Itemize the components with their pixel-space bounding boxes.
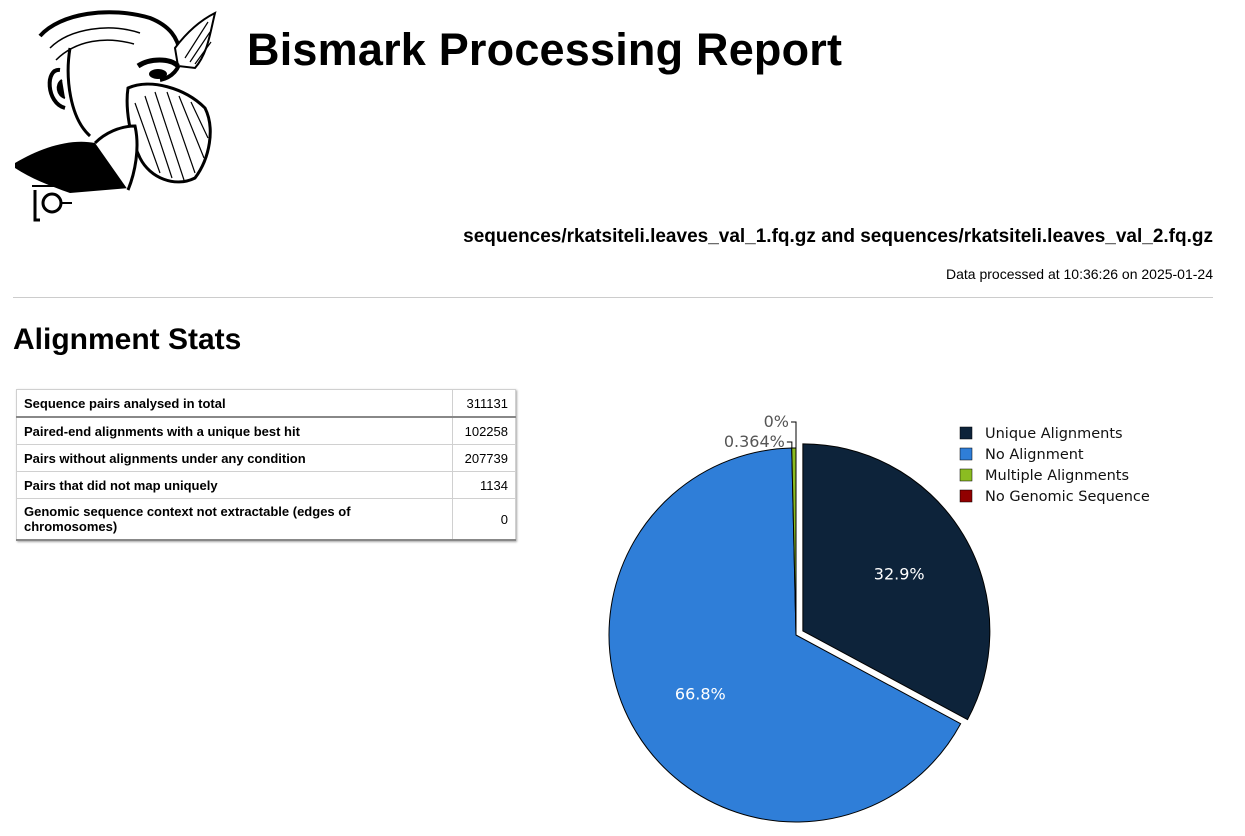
header-divider [13, 297, 1213, 298]
stat-label: Pairs that did not map uniquely [16, 471, 453, 499]
stat-value: 1134 [452, 471, 516, 499]
report-title: Bismark Processing Report [247, 24, 843, 75]
alignment-stats-table: Sequence pairs analysed in total 311131 … [16, 389, 516, 541]
stat-label: Pairs without alignments under any condi… [16, 444, 453, 472]
legend-item[interactable]: Unique Alignments [985, 426, 1123, 442]
table-row: Pairs that did not map uniquely 1134 [16, 471, 516, 499]
pie-data-label: 32.9% [874, 564, 925, 583]
legend-item[interactable]: Multiple Alignments [985, 468, 1129, 484]
stat-label: Sequence pairs analysed in total [16, 389, 453, 418]
stat-value: 0 [452, 498, 516, 541]
legend-swatch [959, 426, 973, 440]
pie-data-label: 0% [764, 412, 789, 431]
legend-swatch [959, 468, 973, 482]
table-row: Pairs without alignments under any condi… [16, 444, 516, 472]
legend-swatch [959, 489, 973, 503]
legend-swatch [959, 447, 973, 461]
section-title: Alignment Stats [13, 323, 242, 356]
stat-value: 311131 [452, 389, 516, 418]
pie-data-label: 66.8% [675, 685, 726, 704]
legend-item[interactable]: No Genomic Sequence [985, 489, 1150, 505]
input-files-heading: sequences/rkatsiteli.leaves_val_1.fq.gz … [463, 226, 1213, 247]
legend-item[interactable]: No Alignment [985, 447, 1084, 463]
table-row: Genomic sequence context not extractable… [16, 498, 516, 541]
stat-label: Genomic sequence context not extractable… [16, 498, 453, 541]
table-row: Sequence pairs analysed in total 311131 [16, 389, 516, 418]
stat-label: Paired-end alignments with a unique best… [16, 416, 453, 445]
bismark-logo [10, 8, 230, 226]
alignment-pie-chart: 32.9% 66.8% 0.364% 0% Unique Alignments No Al… [560, 405, 1200, 830]
pie-leader-line [786, 441, 793, 449]
pie-data-label: 0.364% [724, 432, 785, 451]
processed-timestamp: Data processed at 10:36:26 on 2025-01-24 [946, 266, 1213, 282]
stat-value: 207739 [452, 444, 516, 472]
table-row: Paired-end alignments with a unique best… [16, 416, 516, 445]
stat-value: 102258 [452, 416, 516, 445]
